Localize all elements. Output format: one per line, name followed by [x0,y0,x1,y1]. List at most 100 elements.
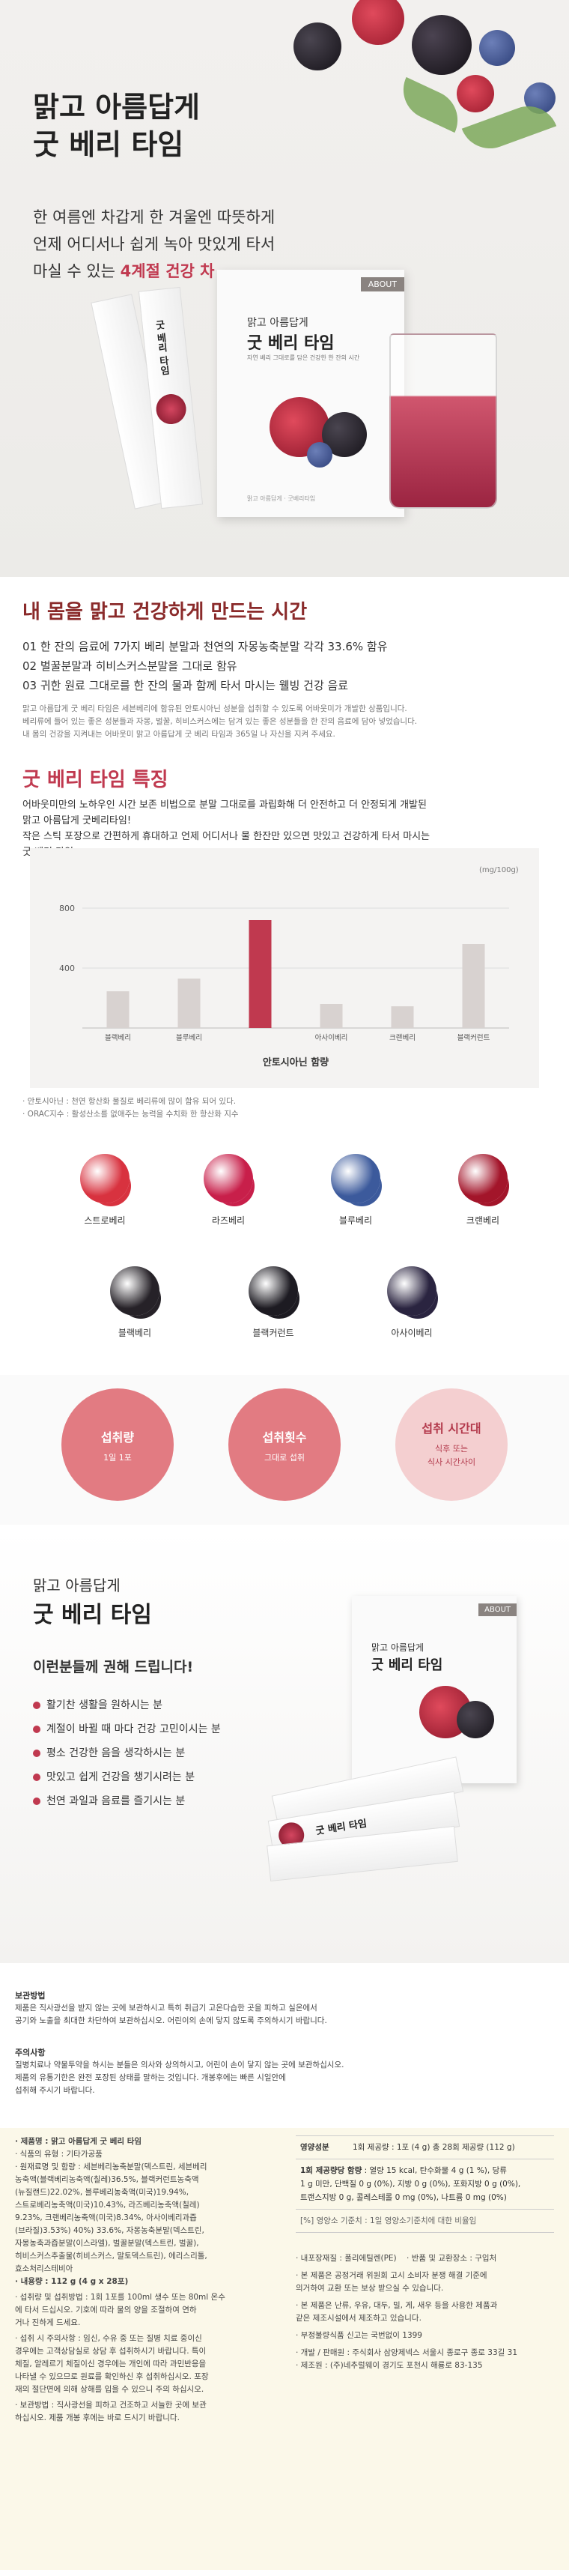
section-time: 내 몸을 맑고 건강하게 만드는 시간 01 한 잔의 음료에 7가지 베리 분… [0,584,569,757]
y-tick-label: 800 [59,904,75,913]
bullet-dot-icon [33,1798,40,1805]
box-brand: ABOUT [478,1603,517,1616]
box-brand: ABOUT [360,277,404,291]
hero-section: 맑고 아름답게 굿 베리 타임 한 여름엔 차갑게 한 겨울엔 따뜻하게 언제 … [0,0,569,577]
label-extra-info: · 내포장재질 : 폴리에틸렌(PE) · 반품 및 교환장소 : 구입처 · … [296,2254,518,2370]
recommend-list: 활기찬 생활을 원하시는 분 계절이 바뀔 때 마다 건강 고민이시는 분 평소… [33,1693,221,1813]
packaging-material: · 내포장재질 : 폴리에틸렌(PE) [296,2254,397,2263]
berry-item: 스트로베리 [71,1154,139,1227]
blackberry-icon [110,1266,159,1316]
recommend-title-1: 맑고 아름답게 [33,1576,121,1594]
berry-item: 라즈베리 [195,1154,262,1227]
blackberry-cluster-icon [457,1701,494,1738]
bullet-dot-icon [33,1750,40,1757]
nutrition-table: 영양성분 1회 제공량 : 1포 (4 g) 총 28회 제공량 (112 g)… [296,2135,554,2233]
nutrition-values: 1회 제공량당 함량 : 열량 15 kcal, 탄수화물 4 g (1 %),… [296,2159,554,2210]
berry-label: 크랜베리 [466,1215,500,1226]
recommend-item: 천연 과일과 음료를 즐기시는 분 [33,1789,221,1813]
berry-item: 블랙베리 [101,1266,168,1339]
section-time-points: 01 한 잔의 음료에 7가지 베리 분말과 천연의 자몽농축분말 각각 33.… [22,637,547,695]
juice-glass [389,333,497,509]
intake-section: 섭취량 1일 1포 섭취횟수 그대로 섭취 섭취 시간대 식후 또는 식사 시간사이 [0,1375,569,1525]
bar [391,1006,414,1028]
chart-note: · 안토시아닌 : 천연 항산화 물질로 베리류에 많이 함유 되어 있다. [22,1097,237,1106]
label-product-name: · 제품명 : 맑고 아름답게 굿 베리 타임 [15,2137,142,2146]
acai-icon [387,1266,436,1316]
berry-label: 블랙베리 [118,1328,152,1338]
nutrition-facts: 영양성분 1회 제공량 : 1포 (4 g) 총 28회 제공량 (112 g)… [296,2135,554,2372]
raspberry-icon [204,1154,253,1203]
berry-label: 스트로베리 [84,1215,126,1226]
hero-title: 맑고 아름답게 굿 베리 타임 [33,91,200,161]
raspberry-decor-icon-2 [457,75,494,112]
x-tick-label: 크랜베리 [389,1034,416,1042]
blueberry-cluster-icon [307,442,332,468]
chart-note: · ORAC지수 : 활성산소를 없애주는 능력을 수치화 한 항산화 지수 [22,1110,239,1119]
section-time-heading: 내 몸을 맑고 건강하게 만드는 시간 [22,601,308,623]
storage-text: 제품은 직사광선을 받지 않는 곳에 보관하시고 특히 취급기 고온다습한 곳을… [15,2004,327,2025]
section-feature-heading: 굿 베리 타임 특징 [22,769,168,791]
raspberry-decor-icon [352,0,404,45]
berry-item: 블루베리 [322,1154,389,1227]
section-feature: 굿 베리 타임 특징 어바웃미만의 노하우인 시간 보존 비법으로 분말 그대로… [0,749,569,858]
x-tick-label: 블랙커런트 [457,1034,490,1042]
x-tick-label: 아사이베리 [315,1034,348,1042]
blackcurrant-icon [249,1266,298,1316]
label-storage: · 보관방법 : 직사광선을 피하고 건조하고 서늘한 곳에 보관 하십시오. … [15,2401,207,2422]
berry-item: 블랙커런트 [240,1266,307,1339]
return-place: · 반품 및 교환장소 : 구입처 [407,2254,497,2263]
mint-leaf-icon-2 [393,76,468,133]
berry-item: 크랜베리 [449,1154,517,1227]
intake-time-circle: 섭취 시간대 식후 또는 식사 시간사이 [395,1388,508,1501]
recommend-item: 계절이 바뀔 때 마다 건강 고민이시는 분 [33,1717,221,1741]
cranberry-icon [458,1154,508,1203]
box-title-2: 굿 베리 타임 [247,334,335,353]
stick-label: 굿 베리 타임 [314,1818,368,1838]
berry-label: 라즈베리 [211,1215,246,1226]
box-title-1: 맑고 아름답게 [247,317,308,329]
storage-section: 보관방법 제품은 직사광선을 받지 않는 곳에 보관하시고 특히 취급기 고온다… [0,1989,569,2109]
bar [320,1004,343,1028]
storage-heading: 보관방법 [15,1991,46,2001]
intake-amount-circle: 섭취량 1일 1포 [61,1388,174,1501]
bar [106,991,130,1028]
blueberry-decor-icon [479,30,515,66]
berry-item: 아사이베리 [378,1266,445,1339]
stick-label: 굿 베리 타임 [153,319,170,376]
chart-title: 안토시아닌 함량 [263,1056,329,1068]
label-food-type: · 식품의 유형 : 기타가공품 [15,2150,103,2159]
nutrition-serving: 1회 제공량 : 1포 (4 g) 총 28회 제공량 (112 g) [348,2135,554,2159]
strawberry-icon [80,1154,130,1203]
bullet-dot-icon [33,1774,40,1781]
box-title-2: 굿 베리 타임 [371,1657,443,1673]
label-how-to: · 섭취량 및 섭취방법 : 1회 1포를 100ml 생수 또는 80ml 온… [15,2293,225,2327]
box-desc: 자연 베리 그대로를 담은 건강한 한 잔의 시간 [247,354,360,361]
recommend-section: 맑고 아름답게 굿 베리 타임 이런분들께 권해 드립니다! 활기찬 생활을 원… [0,1529,569,1963]
bar [249,920,272,1028]
caution-heading: 주의사항 [15,2048,46,2058]
bullet-dot-icon [33,1702,40,1709]
chart-svg: (mg/100g) 400 800 블랙베리 블루베리 아사이베리 크랜베리 블랙커런트안토시… [59,866,519,1068]
nutrition-note: [%] 영양소 기준치 : 1일 영양소기준치에 대한 비율임 [296,2209,554,2233]
box-title-1: 맑고 아름답게 [371,1642,425,1653]
recommend-heading: 이런분들께 권해 드립니다! [33,1659,194,1675]
caution-text: 질병치료나 약물투약을 하시는 분들은 의사와 상의하시고, 어린이 손이 닿지… [15,2061,344,2095]
blueberry-icon [331,1154,380,1203]
product-label-section: · 제품명 : 맑고 아름답게 굿 베리 타임 · 식품의 유형 : 기타가공품… [0,2128,569,2570]
y-tick-label: 400 [59,964,75,973]
chart-notes: · 안토시아닌 : 천연 항산화 물질로 베리류에 많이 함유 되어 있다. ·… [0,1095,569,1133]
x-tick-label: 블루베리 [176,1034,202,1042]
product-box: ABOUT 맑고 아름답게 굿 베리 타임 자연 베리 그대로를 담은 건강한 … [217,270,404,517]
blackberry-decor-icon [293,22,341,70]
berry-label: 블루베리 [338,1215,373,1226]
berry-label: 블랙커런트 [252,1328,294,1338]
intake-frequency-circle: 섭취횟수 그대로 섭취 [228,1388,341,1501]
point-item: 01 한 잔의 음료에 7가지 베리 분말과 천연의 자몽농축분말 각각 33.… [22,640,388,653]
bar [177,979,201,1028]
box-bottom-text: 맑고 아름답게 · 굿베리타임 [247,495,316,502]
label-caution: · 섭취 시 주의사항 : 임신, 수유 중 또는 질병 치료 중이신 경우에는… [15,2334,209,2394]
recommend-item: 평소 건강한 음을 생각하시는 분 [33,1741,221,1765]
bar [462,944,485,1028]
label-weight: · 내용량 : 112 g (4 g x 28포) [15,2277,129,2286]
point-item: 02 벌꿀분말과 히비스커스분말을 그대로 함유 [22,659,237,673]
